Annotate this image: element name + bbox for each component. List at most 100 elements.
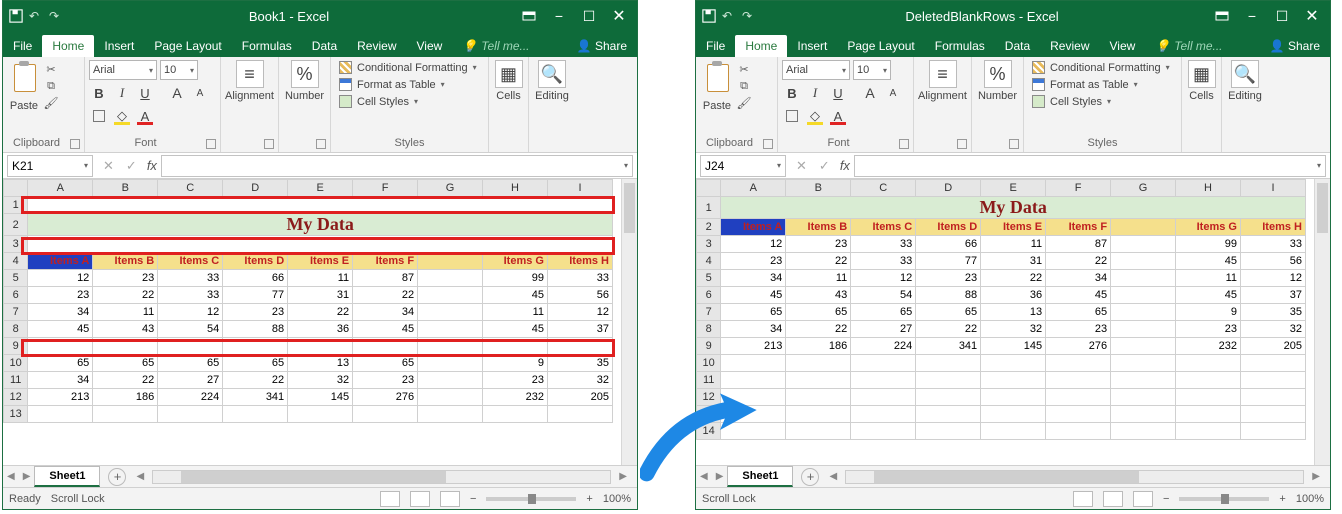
redo-icon[interactable]: ↷ — [49, 9, 63, 23]
clipboard-dialog-launcher[interactable] — [763, 139, 773, 149]
font-dialog-launcher[interactable] — [899, 139, 909, 149]
clipboard-dialog-launcher[interactable] — [70, 139, 80, 149]
horizontal-scrollbar[interactable] — [845, 470, 1304, 484]
vertical-scrollbar[interactable] — [1314, 179, 1330, 465]
conditional-formatting-button[interactable]: Conditional Formatting▾ — [335, 60, 484, 75]
number-dialog-launcher[interactable] — [316, 139, 326, 149]
alignment-dialog-launcher[interactable] — [264, 139, 274, 149]
view-page-break-icon[interactable] — [440, 491, 460, 507]
copy-icon[interactable] — [736, 79, 752, 93]
ribbon-options-icon[interactable] — [1208, 4, 1236, 28]
share-button[interactable]: 👤 Share — [1260, 35, 1330, 57]
tab-insert[interactable]: Insert — [94, 35, 144, 57]
grow-font-button[interactable]: A — [167, 83, 187, 103]
sheet-tab-sheet1[interactable]: Sheet1 — [34, 466, 100, 487]
zoom-in-button[interactable]: + — [586, 493, 592, 505]
minimize-button[interactable]: − — [545, 4, 573, 28]
paste-button[interactable]: Paste — [7, 60, 41, 112]
sheet-nav-next[interactable]: ▶ — [19, 471, 35, 482]
format-as-table-button[interactable]: Format as Table▾ — [335, 77, 484, 92]
paste-button[interactable]: Paste — [700, 60, 734, 112]
tab-data[interactable]: Data — [302, 35, 347, 57]
copy-icon[interactable] — [43, 79, 59, 93]
tab-home[interactable]: Home — [42, 35, 94, 57]
zoom-slider[interactable] — [486, 497, 576, 501]
number-format-button[interactable]: %Number — [283, 60, 326, 102]
view-page-break-icon[interactable] — [1133, 491, 1153, 507]
formula-bar[interactable]: ▾ — [161, 155, 633, 177]
share-button[interactable]: 👤 Share — [567, 35, 637, 57]
vertical-scrollbar[interactable] — [621, 179, 637, 465]
ribbon-options-icon[interactable] — [515, 4, 543, 28]
tab-review[interactable]: Review — [1040, 35, 1099, 57]
underline-button[interactable]: U — [135, 83, 155, 103]
zoom-level[interactable]: 100% — [603, 493, 631, 505]
view-page-layout-icon[interactable] — [1103, 491, 1123, 507]
maximize-button[interactable]: ☐ — [1268, 4, 1296, 28]
cells-button[interactable]: ▦Cells — [493, 60, 524, 102]
tab-file[interactable]: File — [696, 35, 735, 57]
borders-button[interactable] — [89, 106, 109, 126]
font-name-selector[interactable]: Arial▾ — [89, 60, 157, 80]
font-name-selector[interactable]: Arial▾ — [782, 60, 850, 80]
editing-button[interactable]: 🔍Editing — [533, 60, 571, 102]
conditional-formatting-button[interactable]: Conditional Formatting▾ — [1028, 60, 1177, 75]
formula-bar[interactable]: ▾ — [854, 155, 1326, 177]
close-button[interactable]: ✕ — [605, 4, 633, 28]
horizontal-scrollbar[interactable] — [152, 470, 611, 484]
fill-color-button[interactable]: ◇ — [112, 106, 132, 126]
editing-button[interactable]: 🔍Editing — [1226, 60, 1264, 102]
save-icon[interactable] — [702, 9, 716, 23]
italic-button[interactable]: I — [112, 83, 132, 103]
font-color-button[interactable]: A — [828, 106, 848, 126]
zoom-in-button[interactable]: + — [1279, 493, 1285, 505]
redo-icon[interactable]: ↷ — [742, 9, 756, 23]
column-headers[interactable]: ABCDEFGHI — [4, 180, 613, 197]
alignment-button[interactable]: ≡Alignment — [918, 60, 967, 102]
font-dialog-launcher[interactable] — [206, 139, 216, 149]
column-headers[interactable]: ABCDEFGHI — [697, 180, 1306, 197]
cells-button[interactable]: ▦Cells — [1186, 60, 1217, 102]
tab-home[interactable]: Home — [735, 35, 787, 57]
shrink-font-button[interactable]: A — [883, 83, 903, 103]
tab-page-layout[interactable]: Page Layout — [144, 35, 231, 57]
bold-button[interactable]: B — [89, 83, 109, 103]
sheet-nav-prev[interactable]: ◀ — [3, 471, 19, 482]
fx-icon[interactable]: fx — [143, 158, 161, 173]
tab-formulas[interactable]: Formulas — [232, 35, 302, 57]
view-normal-icon[interactable] — [380, 491, 400, 507]
tab-page-layout[interactable]: Page Layout — [837, 35, 924, 57]
grow-font-button[interactable]: A — [860, 83, 880, 103]
hscroll-right[interactable]: ▶ — [615, 471, 631, 482]
format-as-table-button[interactable]: Format as Table▾ — [1028, 77, 1177, 92]
font-color-button[interactable]: A — [135, 106, 155, 126]
alignment-button[interactable]: ≡Alignment — [225, 60, 274, 102]
title-cell[interactable]: My Data — [28, 214, 613, 236]
underline-button[interactable]: U — [828, 83, 848, 103]
tell-me-search[interactable]: 💡Tell me... — [1145, 35, 1232, 57]
cancel-formula-icon[interactable]: ✕ — [790, 158, 813, 174]
name-box[interactable]: J24▾ — [700, 155, 786, 177]
worksheet-grid[interactable]: ABCDEFGHI 1 2My Data 3 4 Items AItems BI… — [3, 179, 637, 465]
maximize-button[interactable]: ☐ — [575, 4, 603, 28]
format-painter-icon[interactable] — [736, 96, 752, 110]
minimize-button[interactable]: − — [1238, 4, 1266, 28]
view-normal-icon[interactable] — [1073, 491, 1093, 507]
tab-view[interactable]: View — [1100, 35, 1146, 57]
name-box[interactable]: K21▾ — [7, 155, 93, 177]
font-size-selector[interactable]: 10▾ — [160, 60, 198, 80]
number-dialog-launcher[interactable] — [1009, 139, 1019, 149]
undo-icon[interactable]: ↶ — [29, 9, 43, 23]
cut-icon[interactable] — [43, 62, 59, 76]
zoom-out-button[interactable]: − — [470, 493, 476, 505]
hscroll-left[interactable]: ◀ — [825, 471, 841, 482]
zoom-level[interactable]: 100% — [1296, 493, 1324, 505]
undo-icon[interactable]: ↶ — [722, 9, 736, 23]
tab-formulas[interactable]: Formulas — [925, 35, 995, 57]
italic-button[interactable]: I — [805, 83, 825, 103]
new-sheet-button[interactable]: + — [108, 468, 126, 486]
enter-formula-icon[interactable]: ✓ — [813, 158, 836, 174]
tell-me-search[interactable]: 💡Tell me... — [452, 35, 539, 57]
tab-file[interactable]: File — [3, 35, 42, 57]
new-sheet-button[interactable]: + — [801, 468, 819, 486]
